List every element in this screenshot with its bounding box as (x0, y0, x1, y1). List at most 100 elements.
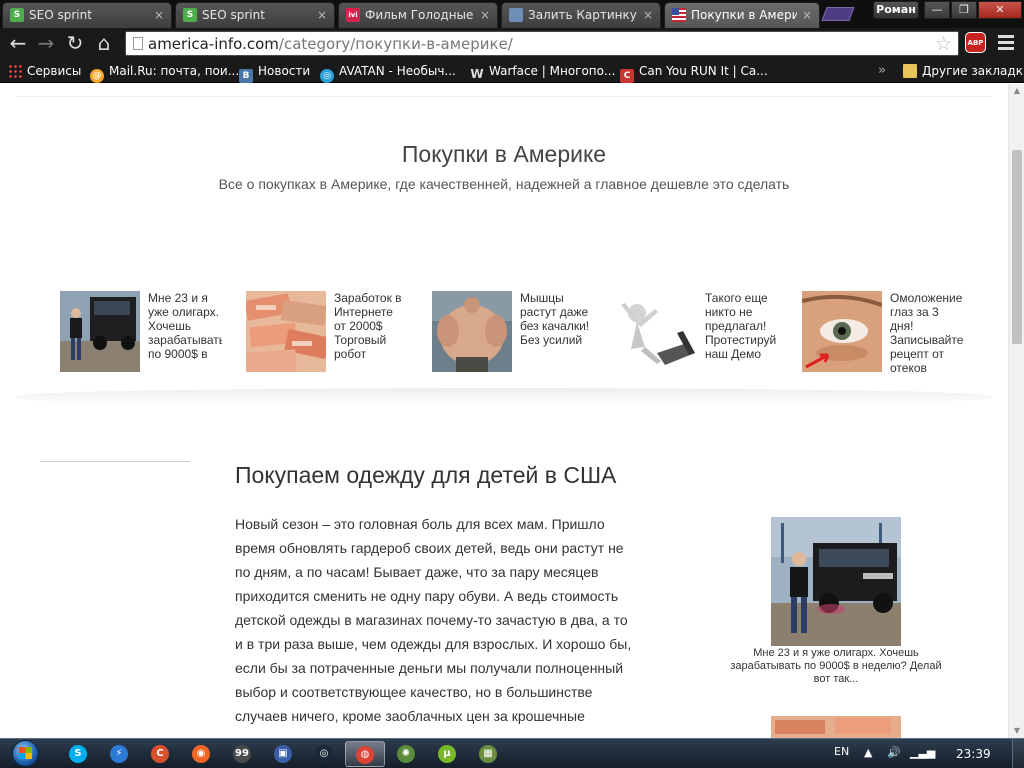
new-tab-button[interactable] (821, 7, 855, 21)
bookmarks-bar: Сервисы @ Mail.Ru: почта, пои... B Новости… (0, 59, 1024, 83)
window-close-button[interactable]: ✕ (978, 1, 1022, 19)
taskbar-app-button[interactable]: ▣ (263, 741, 303, 767)
url-path: /category/покупки-в-америке/ (278, 35, 513, 53)
tab-label: SEO sprint (29, 8, 92, 22)
divider (16, 96, 992, 97)
skype-icon: S (69, 745, 87, 763)
ivi-icon: ivi (346, 8, 360, 22)
taskbar-app-button[interactable]: 99 (222, 741, 262, 767)
tab-label: SEO sprint (202, 8, 265, 22)
bookmark-mailru[interactable]: @ Mail.Ru: почта, пои... (90, 63, 239, 83)
windows-logo-icon (19, 747, 32, 759)
ad-image-figure-laptop[interactable] (617, 291, 697, 372)
url-host: america-info.com (148, 35, 279, 53)
ad-tile[interactable]: Такого еще никто не предлагал! Протестир… (617, 291, 797, 372)
ad-image-bodybuilder[interactable] (432, 291, 512, 372)
ad-image-eye[interactable] (802, 291, 882, 372)
home-button[interactable]: ⌂ (92, 32, 116, 56)
image-upload-icon (509, 8, 523, 22)
site-description: Все о покупках в Америке, где качественн… (218, 176, 790, 192)
tab-label: Залить Картинку - З (528, 8, 638, 22)
post-body: Новый сезон – это головная боль для всех… (235, 516, 632, 724)
bookmark-label: Сервисы (27, 64, 82, 78)
taskbar-app-button[interactable]: ⚡ (99, 741, 139, 767)
taskbar-app-button[interactable]: ◍ (345, 741, 385, 767)
side-ad-image[interactable] (771, 517, 901, 646)
bookmarks-overflow-icon[interactable]: » (878, 63, 886, 78)
steam-icon: ◎ (315, 745, 333, 763)
ad-image-money[interactable] (246, 291, 326, 372)
adblock-icon[interactable]: ABP (965, 32, 986, 53)
scroll-down-icon[interactable]: ▼ (1009, 724, 1024, 738)
profile-button[interactable]: Роман (873, 1, 919, 19)
ad-text[interactable]: Такого еще никто не предлагал! Протестир… (705, 291, 779, 372)
taskbar-app-button[interactable]: S (58, 741, 98, 767)
ad-tile[interactable]: Мышцы растут даже без качалки! Без усили… (432, 291, 612, 372)
ad-tile[interactable]: Заработок в Интернете от 2000$ Торговый … (246, 291, 426, 372)
back-button[interactable]: ← (6, 32, 30, 56)
volume-icon[interactable]: 🔊 (887, 746, 901, 759)
scrollbar-thumb[interactable] (1012, 150, 1022, 344)
taskbar-app-button[interactable]: C (140, 741, 180, 767)
taskbar-app-button[interactable]: µ (427, 741, 467, 767)
chrome-menu-icon[interactable] (996, 32, 1016, 52)
tab-image-upload[interactable]: Залить Картинку - З × (501, 2, 661, 28)
bookmark-canyourunit[interactable]: C Can You RUN It | Ca... (620, 63, 768, 83)
scroll-up-icon[interactable]: ▲ (1009, 84, 1024, 98)
close-icon[interactable]: × (317, 7, 327, 23)
taskbar-app-button[interactable]: ◎ (304, 741, 344, 767)
tab-seo-sprint-2[interactable]: S SEO sprint × (175, 2, 335, 28)
ad-tile[interactable]: Омоложение глаз за 3 дня! Записывайте ре… (802, 291, 982, 372)
site-title[interactable]: Покупки в Америке (0, 141, 1008, 168)
bookmark-vk-news[interactable]: B Новости (239, 63, 310, 83)
taskbar-app-button[interactable]: ✺ (386, 741, 426, 767)
address-bar[interactable]: america-info.com/category/покупки-в-амер… (125, 31, 959, 56)
post-title[interactable]: Покупаем одежду для детей в США (235, 462, 616, 489)
chrome-icon: ◍ (356, 746, 374, 764)
bookmark-warface[interactable]: W Warface | Многопо... (470, 63, 615, 81)
apps-icon (8, 64, 22, 78)
side-ad-caption[interactable]: Мне 23 и я уже олигарх. Хочешь зарабатыв… (723, 647, 949, 686)
reload-button[interactable]: ↻ (63, 32, 87, 56)
taskbar-app-button[interactable]: ◉ (181, 741, 221, 767)
maximize-button[interactable]: ❐ (951, 1, 977, 19)
start-button[interactable] (6, 739, 46, 767)
origin-icon: ◉ (192, 745, 210, 763)
taskbar-app-button[interactable]: ▦ (468, 741, 508, 767)
ad-text[interactable]: Мне 23 и я уже олигарх. Хочешь зарабатыв… (148, 291, 222, 372)
close-icon[interactable]: × (802, 7, 812, 23)
ad-text[interactable]: Мышцы растут даже без качалки! Без усили… (520, 291, 594, 372)
tab-film[interactable]: ivi Фильм Голодные и × (338, 2, 498, 28)
forward-button[interactable]: → (34, 32, 58, 56)
close-icon[interactable]: × (643, 7, 653, 23)
tab-pokupki-v-amerike[interactable]: Покупки в Америке × (664, 2, 820, 28)
url-text[interactable]: america-info.com/category/покупки-в-амер… (148, 35, 513, 53)
page-scrollbar[interactable]: ▲ ▼ (1008, 84, 1024, 738)
minimize-button[interactable]: — (924, 1, 950, 19)
network-icon[interactable]: ▁▃▅ (910, 746, 935, 759)
bookmark-services[interactable]: Сервисы (8, 63, 81, 80)
bookmark-label: Can You RUN It | Ca... (639, 64, 768, 78)
minecraft-icon: ▦ (479, 745, 497, 763)
us-flag-icon (672, 8, 686, 22)
show-desktop-button[interactable] (1012, 739, 1024, 768)
ad-text[interactable]: Заработок в Интернете от 2000$ Торговый … (334, 291, 408, 372)
ad-image-man-suv[interactable] (60, 291, 140, 372)
language-indicator[interactable]: EN (834, 745, 849, 758)
screen: S SEO sprint × S SEO sprint × ivi Фильм … (0, 0, 1024, 768)
bookmark-avatan[interactable]: ◎ AVATAN - Необыч... (320, 63, 456, 83)
bookmark-star-icon[interactable]: ☆ (935, 33, 952, 55)
clock[interactable]: 23:39 (956, 747, 991, 761)
ad-text[interactable]: Омоложение глаз за 3 дня! Записывайте ре… (890, 291, 964, 372)
ad-tile[interactable]: Мне 23 и я уже олигарх. Хочешь зарабатыв… (60, 291, 240, 372)
page-viewport: Покупки в Америке Все о покупках в Амери… (0, 84, 1008, 738)
bookmark-other-folder[interactable]: Другие закладки (903, 63, 1024, 80)
tab-seo-sprint-1[interactable]: S SEO sprint × (2, 2, 172, 28)
close-icon[interactable]: × (154, 7, 164, 23)
save-app-icon: ▣ (274, 745, 292, 763)
tab-label: Фильм Голодные и (365, 8, 475, 22)
notepad-icon: 99 (233, 745, 251, 763)
close-icon[interactable]: × (480, 7, 490, 23)
side-ad-image-money[interactable] (771, 716, 901, 738)
tray-arrow-icon[interactable]: ▲ (864, 746, 872, 759)
